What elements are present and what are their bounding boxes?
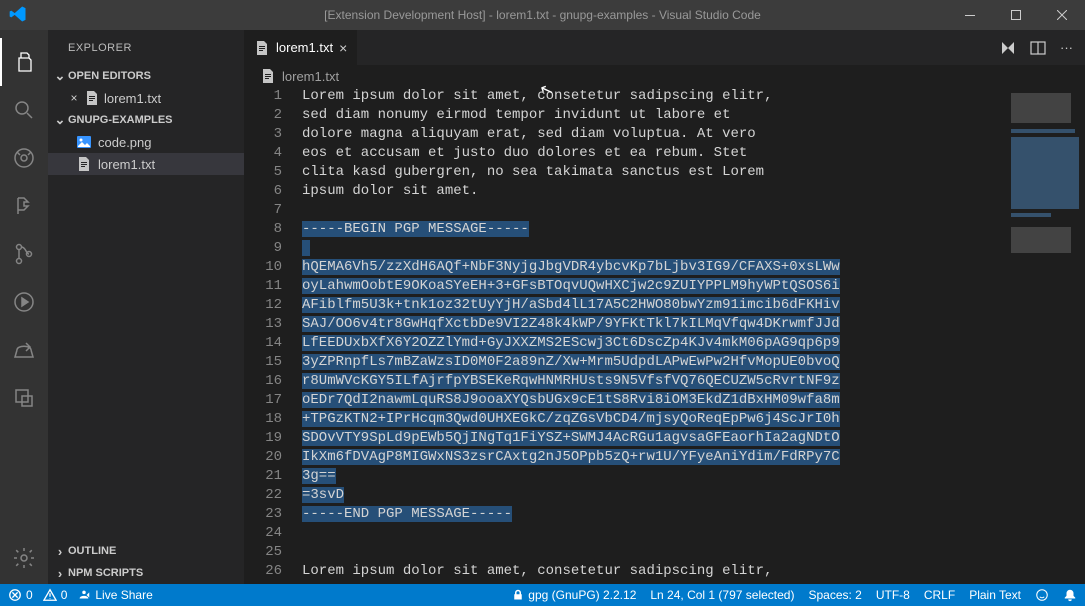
more-icon[interactable]: ··· bbox=[1060, 40, 1073, 55]
code-content[interactable]: Lorem ipsum dolor sit amet, consetetur s… bbox=[302, 87, 1085, 584]
sidebar-title: EXPLORER bbox=[48, 30, 244, 65]
split-editor-icon[interactable] bbox=[1030, 40, 1046, 56]
file-item-image[interactable]: code.png bbox=[48, 131, 244, 153]
workspace-header[interactable]: ⌄ GNUPG-EXAMPLES bbox=[48, 109, 244, 131]
chevron-right-icon: › bbox=[52, 544, 68, 559]
chevron-down-icon: ⌄ bbox=[52, 112, 68, 128]
status-gpg[interactable]: gpg (GnuPG) 2.2.12 bbox=[512, 588, 636, 602]
editor-tab[interactable]: lorem1.txt × bbox=[244, 30, 358, 65]
npm-scripts-header[interactable]: › NPM SCRIPTS bbox=[48, 562, 244, 584]
maximize-button[interactable] bbox=[993, 0, 1039, 30]
extensions-icon[interactable] bbox=[0, 230, 48, 278]
explorer-icon[interactable] bbox=[0, 38, 48, 86]
minimize-button[interactable] bbox=[947, 0, 993, 30]
tab-close-icon[interactable]: × bbox=[339, 40, 347, 56]
open-editors-header[interactable]: ⌄ OPEN EDITORS bbox=[48, 65, 244, 87]
file-text-icon bbox=[260, 68, 276, 84]
title-bar: [Extension Development Host] - lorem1.tx… bbox=[0, 0, 1085, 30]
debug-icon[interactable] bbox=[0, 182, 48, 230]
source-control-icon[interactable] bbox=[0, 134, 48, 182]
status-eol[interactable]: CRLF bbox=[924, 588, 955, 602]
status-warnings[interactable]: 0 bbox=[43, 588, 68, 602]
status-cursor-position[interactable]: Ln 24, Col 1 (797 selected) bbox=[650, 588, 794, 602]
status-live-share[interactable]: Live Share bbox=[77, 588, 152, 602]
status-bar: 0 0 Live Share gpg (GnuPG) 2.2.12 Ln 24,… bbox=[0, 584, 1085, 606]
status-errors[interactable]: 0 bbox=[8, 588, 33, 602]
chevron-right-icon: › bbox=[52, 566, 68, 581]
status-indentation[interactable]: Spaces: 2 bbox=[808, 588, 861, 602]
close-button[interactable] bbox=[1039, 0, 1085, 30]
notifications-icon[interactable] bbox=[1063, 588, 1077, 602]
status-encoding[interactable]: UTF-8 bbox=[876, 588, 910, 602]
line-number-gutter: 1234567891011121314151617181920212223242… bbox=[244, 87, 302, 584]
chevron-down-icon: ⌄ bbox=[52, 68, 68, 84]
explorer-sidebar: EXPLORER ⌄ OPEN EDITORS × lorem1.txt ⌄ G… bbox=[48, 30, 244, 584]
close-icon[interactable]: × bbox=[68, 91, 80, 105]
share-icon[interactable] bbox=[0, 326, 48, 374]
editor-area: lorem1.txt × ··· lorem1.txt ↖ 1234567891… bbox=[244, 30, 1085, 584]
editor-tabs: lorem1.txt × ··· bbox=[244, 30, 1085, 65]
run-icon[interactable] bbox=[0, 278, 48, 326]
breadcrumb[interactable]: lorem1.txt bbox=[244, 65, 1085, 87]
status-language[interactable]: Plain Text bbox=[969, 588, 1021, 602]
settings-gear-icon[interactable] bbox=[0, 536, 48, 584]
file-item-text[interactable]: lorem1.txt bbox=[48, 153, 244, 175]
file-text-icon bbox=[254, 40, 270, 56]
activity-bar bbox=[0, 30, 48, 584]
feedback-icon[interactable] bbox=[1035, 588, 1049, 602]
code-editor[interactable]: 1234567891011121314151617181920212223242… bbox=[244, 87, 1085, 584]
diff-icon[interactable] bbox=[1000, 40, 1016, 56]
editor-actions: ··· bbox=[1000, 30, 1085, 65]
window-controls bbox=[947, 0, 1085, 30]
outline-header[interactable]: › OUTLINE bbox=[48, 540, 244, 562]
search-icon[interactable] bbox=[0, 86, 48, 134]
file-text-icon bbox=[76, 156, 92, 172]
file-text-icon bbox=[84, 90, 100, 106]
vscode-logo-icon bbox=[8, 4, 28, 24]
references-icon[interactable] bbox=[0, 374, 48, 422]
window-title: [Extension Development Host] - lorem1.tx… bbox=[324, 8, 761, 22]
file-image-icon bbox=[76, 134, 92, 150]
minimap[interactable] bbox=[1005, 87, 1085, 584]
open-editor-item[interactable]: × lorem1.txt bbox=[48, 87, 244, 109]
